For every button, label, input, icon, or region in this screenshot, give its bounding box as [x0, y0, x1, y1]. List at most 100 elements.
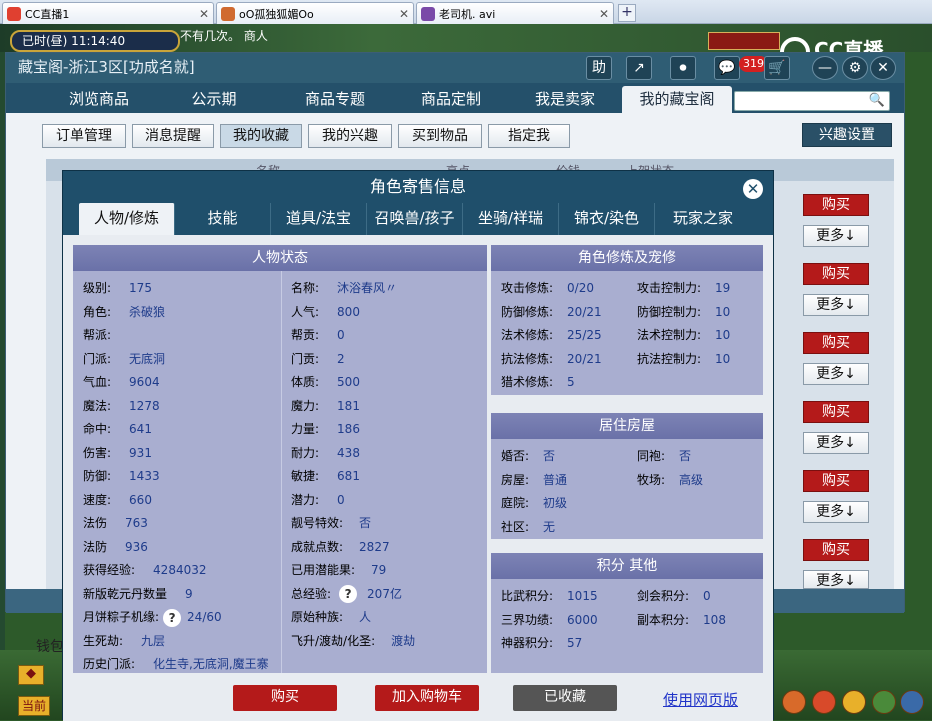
- tab-custom[interactable]: 商品定制: [398, 86, 504, 113]
- field-label: 比武积分:: [501, 589, 554, 603]
- field-value: 9604: [129, 375, 160, 389]
- tab-public[interactable]: 公示期: [166, 86, 262, 113]
- hotkey-current-button[interactable]: 当前: [18, 696, 50, 716]
- new-tab-button[interactable]: +: [618, 4, 636, 22]
- field-label: 伤害:: [83, 445, 112, 460]
- close-icon[interactable]: ✕: [870, 56, 896, 80]
- game-notice: 不有几次。 商人: [180, 29, 268, 43]
- field-value: 800: [337, 304, 360, 319]
- game-orb-icon[interactable]: [900, 690, 924, 714]
- field-label: 生死劫:: [83, 633, 124, 648]
- add-to-cart-button[interactable]: 加入购物车: [375, 685, 479, 711]
- bought-items-button[interactable]: 买到物品: [398, 124, 482, 148]
- field-label: 成就点数:: [291, 539, 344, 554]
- message-reminder-button[interactable]: 消息提醒: [132, 124, 214, 148]
- main-nav: 浏览商品 公示期 商品专题 商品定制 我是卖家 我的藏宝阁 🔍: [6, 83, 904, 113]
- buy-button[interactable]: 购买: [233, 685, 337, 711]
- buy-button[interactable]: 购买: [803, 194, 869, 216]
- wallet-label: 钱包: [36, 639, 64, 655]
- status-row: 魔法: 1278: [83, 397, 160, 414]
- search-input[interactable]: 🔍: [734, 91, 890, 111]
- tab-outfits[interactable]: 锦衣/染色: [559, 203, 655, 235]
- close-tab-icon[interactable]: ✕: [593, 7, 609, 21]
- browser-tab-2[interactable]: oO孤独狐媚Oo ✕: [216, 2, 414, 24]
- buy-button[interactable]: 购买: [803, 539, 869, 561]
- status-row: 敏捷: 681: [291, 467, 360, 484]
- close-tab-icon[interactable]: ✕: [393, 7, 409, 21]
- more-button[interactable]: 更多↓: [803, 225, 869, 247]
- designated-me-button[interactable]: 指定我: [488, 124, 570, 148]
- status-row: 成就点数: 2827: [291, 538, 390, 555]
- game-orb-icon[interactable]: [872, 690, 896, 714]
- more-button[interactable]: 更多↓: [803, 294, 869, 316]
- share-icon[interactable]: ↗: [626, 56, 652, 80]
- tab-skills[interactable]: 技能: [175, 203, 271, 235]
- info-row: 牧场: 高级: [637, 471, 703, 488]
- settings-icon[interactable]: ⚙: [842, 56, 868, 80]
- field-value: 25/25: [567, 328, 602, 342]
- tab-mounts[interactable]: 坐骑/祥瑞: [463, 203, 559, 235]
- game-orb-icon[interactable]: [812, 690, 836, 714]
- close-tab-icon[interactable]: ✕: [193, 7, 209, 21]
- cart-icon[interactable]: 🛒: [764, 56, 790, 80]
- field-label: 社区:: [501, 519, 530, 534]
- order-management-button[interactable]: 订单管理: [42, 124, 126, 148]
- buy-button[interactable]: 购买: [803, 470, 869, 492]
- field-value: 9: [185, 586, 193, 601]
- score-panel-title: 积分 其他: [491, 553, 763, 579]
- field-label: 历史门派:: [83, 657, 136, 671]
- search-icon[interactable]: 🔍: [869, 93, 885, 108]
- tab-topics[interactable]: 商品专题: [282, 86, 388, 113]
- info-row: 法术修炼: 25/25: [501, 326, 602, 343]
- tab-browse[interactable]: 浏览商品: [46, 86, 152, 113]
- tab-pets[interactable]: 召唤兽/孩子: [367, 203, 463, 235]
- cc-favicon-icon: [7, 6, 21, 21]
- buy-button[interactable]: 购买: [803, 332, 869, 354]
- more-button[interactable]: 更多↓: [803, 570, 869, 589]
- help-icon[interactable]: ?: [163, 608, 182, 627]
- status-row: 速度: 660: [83, 491, 152, 508]
- help-icon[interactable]: 助: [586, 56, 612, 80]
- field-label: 靓号特效:: [291, 516, 344, 530]
- more-button[interactable]: 更多↓: [803, 432, 869, 454]
- field-value: 九层: [141, 633, 166, 648]
- tab-seller[interactable]: 我是卖家: [512, 86, 618, 113]
- minimize-icon[interactable]: —: [812, 56, 838, 80]
- tab-items[interactable]: 道具/法宝: [271, 203, 367, 235]
- field-value: 24/60: [187, 610, 222, 624]
- field-label: 抗法修炼:: [501, 351, 554, 366]
- info-row: 防御控制力: 10: [637, 303, 730, 320]
- browser-tab-cc[interactable]: CC直播1 ✕: [2, 2, 214, 24]
- hotkey-arrow-icon[interactable]: ◆: [18, 665, 44, 685]
- field-value: 681: [337, 469, 360, 483]
- record-icon[interactable]: ⏺: [670, 56, 696, 80]
- my-interests-button[interactable]: 我的兴趣: [308, 124, 392, 148]
- browser-tab-3[interactable]: 老司机. avi ✕: [416, 2, 614, 24]
- field-value: 108: [703, 612, 726, 627]
- status-panel-title: 人物状态: [73, 245, 487, 271]
- game-orb-icon[interactable]: [782, 690, 806, 714]
- field-label: 抗法控制力:: [637, 351, 702, 366]
- interest-settings-button[interactable]: 兴趣设置: [802, 123, 892, 147]
- message-icon[interactable]: 💬: [714, 56, 740, 80]
- tab-my-pavilion[interactable]: 我的藏宝阁: [622, 86, 732, 113]
- status-row: 角色: 杀破狼: [83, 303, 165, 320]
- tab-character[interactable]: 人物/修炼: [79, 203, 175, 235]
- buy-button[interactable]: 购买: [803, 401, 869, 423]
- my-favorites-button[interactable]: 我的收藏: [220, 124, 302, 148]
- more-button[interactable]: 更多↓: [803, 363, 869, 385]
- close-icon[interactable]: ✕: [743, 179, 763, 199]
- field-label: 庭院:: [501, 496, 530, 510]
- field-label: 速度:: [83, 492, 112, 507]
- more-button[interactable]: 更多↓: [803, 501, 869, 523]
- help-icon[interactable]: ?: [339, 585, 358, 603]
- web-version-link[interactable]: 使用网页版: [663, 689, 738, 710]
- field-value: 931: [129, 445, 152, 460]
- buy-button[interactable]: 购买: [803, 263, 869, 285]
- status-row: 防御: 1433: [83, 467, 160, 484]
- smile-icon[interactable]: [842, 690, 866, 714]
- tab-home[interactable]: 玩家之家: [655, 203, 751, 235]
- field-value: 1278: [129, 398, 160, 413]
- collected-button[interactable]: 已收藏: [513, 685, 617, 711]
- field-value: 杀破狼: [129, 304, 166, 319]
